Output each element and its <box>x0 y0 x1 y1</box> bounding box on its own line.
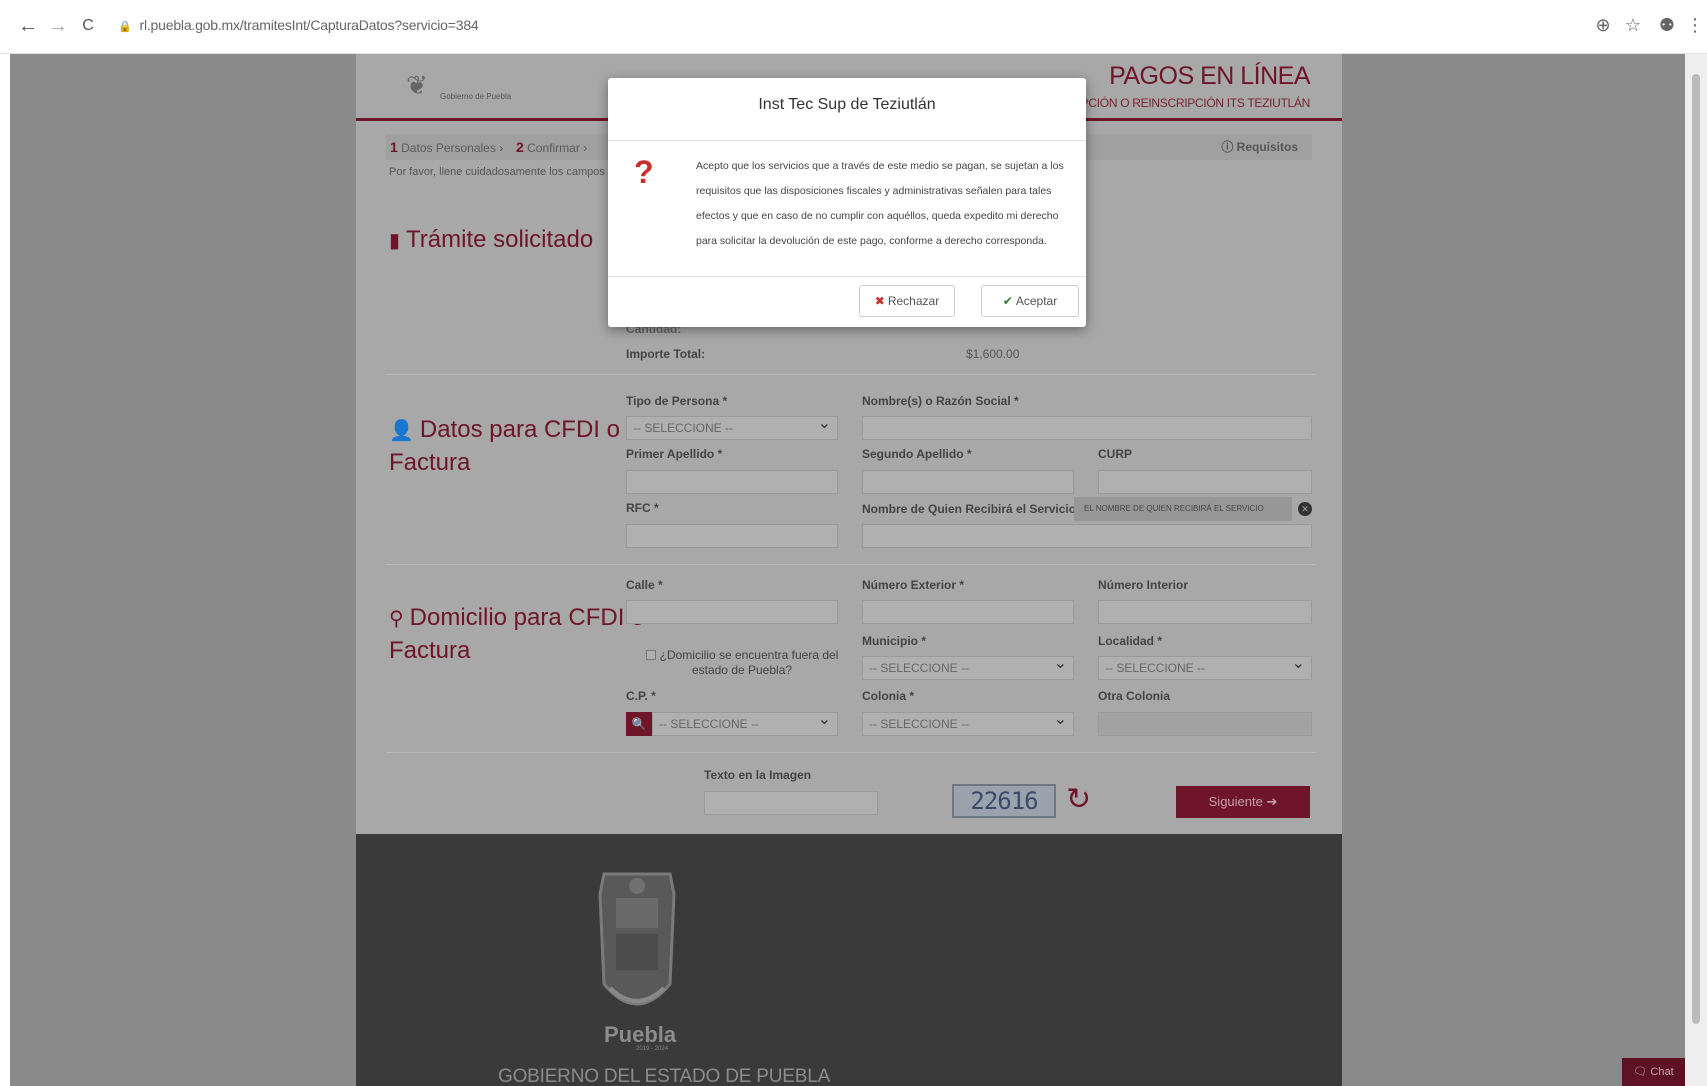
intro-text: Por favor, llene cuidadosamente los camp… <box>389 166 605 178</box>
colonia-select[interactable]: -- SELECCIONE -- <box>862 709 1074 736</box>
section-divider <box>386 564 1316 565</box>
reject-button[interactable]: ✖ Rechazar <box>859 285 955 317</box>
lock-icon: 🔒 <box>118 21 132 33</box>
profile-icon[interactable]: ⚉ <box>1656 15 1678 36</box>
localidad-select[interactable]: -- SELECCIONE -- <box>1098 653 1312 680</box>
user-icon: 👤 <box>389 420 414 442</box>
municipio-select[interactable]: -- SELECCIONE -- <box>862 653 1074 680</box>
rfc-label: RFC * <box>626 501 659 515</box>
cp-label: C.P. * <box>626 689 656 703</box>
num-ext-input[interactable] <box>862 600 1074 624</box>
localidad-label: Localidad * <box>1098 634 1163 648</box>
importe-label: Importe Total: <box>626 347 706 361</box>
reload-icon[interactable]: C <box>76 14 100 38</box>
tipo-persona-select[interactable]: -- SELECCIONE -- <box>626 413 838 440</box>
tramite-section-title: ▮ Trámite solicitado <box>389 226 594 253</box>
siguiente-button[interactable]: Siguiente ➔ <box>1176 786 1310 818</box>
page-scrollbar[interactable] <box>1685 54 1707 1086</box>
otra-colonia-label: Otra Colonia <box>1098 689 1171 703</box>
rfc-input[interactable] <box>626 524 838 548</box>
otra-colonia-input <box>1098 712 1312 736</box>
file-icon: ▮ <box>389 230 401 252</box>
importe-value: $1,600.00 <box>966 347 1020 361</box>
municipio-label: Municipio * <box>862 634 926 648</box>
chat-icon: 🗨 <box>1633 1066 1648 1078</box>
num-int-label: Número Interior <box>1098 578 1189 592</box>
gobierno-footer-text: GOBIERNO DEL ESTADO DE PUEBLA <box>498 1066 831 1086</box>
back-icon[interactable]: ← <box>16 14 40 38</box>
step-1[interactable]: 1 Datos Personales › <box>386 134 503 161</box>
colonia-label: Colonia * <box>862 689 915 703</box>
calle-input[interactable] <box>626 600 838 624</box>
close-icon[interactable]: ✕ <box>1298 502 1312 516</box>
segundo-apellido-input[interactable] <box>862 470 1074 494</box>
brand-subtitle: RIPCIÓN O REINSCRIPCIÓN ITS TEZIUTLÁN <box>1069 96 1310 110</box>
checkbox-box[interactable] <box>645 650 656 660</box>
tipo-persona-label: Tipo de Persona * <box>626 394 728 408</box>
chat-button[interactable]: 🗨 Chat <box>1622 1058 1685 1086</box>
segundo-apellido-label: Segundo Apellido * <box>862 447 972 461</box>
terms-modal: Inst Tec Sup de Teziutlán ? Acepto que l… <box>608 78 1086 327</box>
browser-toolbar: ← → C 🔒 rl.puebla.gob.mx/tramitesInt/Capt… <box>0 0 1707 54</box>
captcha-image: 22616 <box>952 784 1056 818</box>
requisitos-link[interactable]: ⓘ Requisitos <box>1221 134 1298 160</box>
brand-title: PAGOS EN LÍNEA <box>1109 62 1310 90</box>
refresh-icon[interactable]: ↻ <box>1066 782 1091 817</box>
close-icon: ✖ <box>874 294 885 308</box>
nombre-input[interactable] <box>862 416 1312 440</box>
modal-divider <box>608 140 1086 141</box>
check-icon: ✔ <box>1002 294 1013 308</box>
num-int-input[interactable] <box>1098 600 1312 624</box>
domicilio-section-title: ⚲ Domicilio para CFDI o Factura <box>389 604 645 664</box>
curp-label: CURP <box>1098 447 1133 461</box>
star-icon[interactable]: ☆ <box>1622 15 1644 36</box>
recibe-tooltip-tag: EL NOMBRE DE QUIEN RECIBIRÁ EL SERVICIO <box>1074 497 1292 521</box>
scrollbar-thumb[interactable] <box>1692 74 1700 1024</box>
recibe-label: Nombre de Quien Recibirá el Servicio <box>862 502 1077 516</box>
puebla-years: 2019 - 2024 <box>636 1046 669 1052</box>
step-2[interactable]: 2 Confirmar › <box>512 134 587 161</box>
puebla-wordmark: Puebla <box>604 1022 677 1047</box>
captcha-label: Texto en la Imagen <box>704 768 812 782</box>
logo-mark-icon: ❦ <box>406 70 428 100</box>
section-divider <box>386 752 1316 753</box>
modal-divider <box>608 276 1086 277</box>
recibe-input[interactable] <box>862 524 1312 548</box>
calle-label: Calle * <box>626 578 663 592</box>
primer-apellido-label: Primer Apellido * <box>626 447 723 461</box>
accept-button[interactable]: ✔ Aceptar <box>981 285 1079 317</box>
captcha-input[interactable] <box>704 791 878 815</box>
modal-body: Acepto que los servicios que a través de… <box>696 160 1064 247</box>
cp-select[interactable]: -- SELECCIONE -- <box>652 709 838 736</box>
modal-title: Inst Tec Sup de Teziutlán <box>758 96 936 113</box>
map-marker-icon: ⚲ <box>389 608 404 630</box>
cfdi-section-title: 👤 Datos para CFDI o Factura <box>389 416 620 476</box>
footer: Puebla 2019 - 2024 GOBIERNO DEL ESTADO D… <box>356 834 1342 1086</box>
zoom-icon[interactable]: ⊕ <box>1592 15 1614 36</box>
search-icon[interactable]: 🔍 <box>626 712 652 736</box>
url-text: rl.puebla.gob.mx/tramitesInt/CapturaDato… <box>139 17 479 33</box>
question-icon: ? <box>634 154 654 190</box>
gobierno-logo: ❦ Gobierno de Puebla <box>406 70 512 101</box>
nombre-label: Nombre(s) o Razón Social * <box>862 394 1019 408</box>
address-bar[interactable]: 🔒 rl.puebla.gob.mx/tramitesInt/CapturaDat… <box>118 17 479 33</box>
fuera-estado-checkbox[interactable]: ¿Domicilio se encuentra fuera del estado … <box>626 648 858 678</box>
section-divider <box>386 374 1316 375</box>
menu-icon[interactable]: ⋮ <box>1684 15 1706 36</box>
puebla-seal-icon <box>598 872 676 1006</box>
num-ext-label: Número Exterior * <box>862 578 965 592</box>
curp-input[interactable] <box>1098 470 1312 494</box>
forward-icon[interactable]: → <box>46 14 70 38</box>
primer-apellido-input[interactable] <box>626 470 838 494</box>
